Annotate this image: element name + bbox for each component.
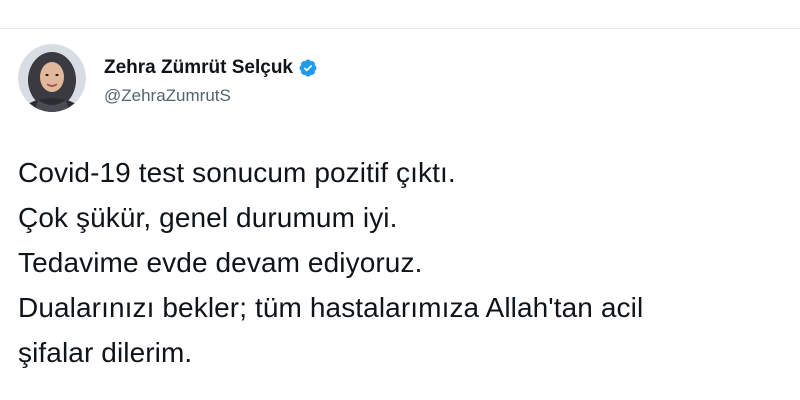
tweet-text-line: Covid-19 test sonucum pozitif çıktı. <box>18 157 456 188</box>
verified-badge-icon <box>298 58 318 78</box>
author-handle[interactable]: @ZehraZumrutS <box>104 86 231 106</box>
tweet-text-line: şifalar dilerim. <box>18 337 193 368</box>
tweet-text-line: Çok şükür, genel durumum iyi. <box>18 202 398 233</box>
divider <box>0 28 800 29</box>
tweet-text: Covid-19 test sonucum pozitif çıktı. Çok… <box>18 150 788 375</box>
display-name[interactable]: Zehra Zümrüt Selçuk <box>104 57 293 79</box>
tweet-text-line: Tedavime evde devam ediyoruz. <box>18 247 423 278</box>
tweet-card: Zehra Zümrüt Selçuk @ZehraZumrutS Covid-… <box>0 0 800 400</box>
avatar-image <box>18 44 86 112</box>
avatar[interactable] <box>18 44 86 112</box>
author-name-row: Zehra Zümrüt Selçuk <box>104 56 318 80</box>
tweet-text-line: Dualarınızı bekler; tüm hastalarımıza Al… <box>18 292 644 323</box>
